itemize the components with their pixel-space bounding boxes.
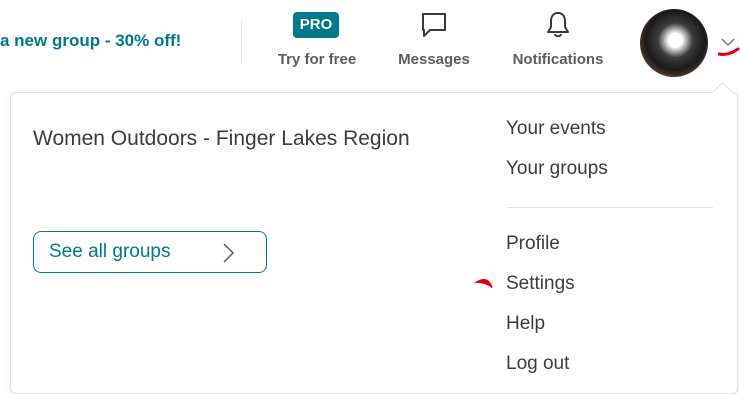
header-divider [241,20,242,64]
try-for-free-label: Try for free [277,51,357,68]
menu-divider [507,207,713,208]
menu-log-out[interactable]: Log out [506,353,569,375]
menu-profile[interactable]: Profile [506,233,560,255]
chevron-down-icon[interactable] [717,36,740,67]
chat-bubble-icon [419,10,449,45]
notifications-button[interactable]: Notifications [498,8,618,74]
see-all-groups-button[interactable]: See all groups [33,231,267,273]
account-dropdown-panel: Women Outdoors - Finger Lakes Region See… [10,81,738,394]
see-all-groups-label: See all groups [49,241,171,262]
group-name[interactable]: Women Outdoors - Finger Lakes Region [33,122,433,156]
promo-banner-text[interactable]: a new group - 30% off! [0,31,181,51]
annotation-mark [472,277,496,296]
notifications-label: Notifications [512,51,604,68]
top-header: a new group - 30% off! PRO Try for free … [0,0,740,92]
menu-your-groups[interactable]: Your groups [506,158,608,180]
user-avatar[interactable] [640,9,708,77]
menu-help[interactable]: Help [506,313,545,335]
menu-settings[interactable]: Settings [506,273,575,295]
messages-label: Messages [398,51,470,68]
pro-badge: PRO [293,12,339,38]
messages-button[interactable]: Messages [388,8,480,74]
menu-your-events[interactable]: Your events [506,118,606,140]
pro-try-for-free-button[interactable]: PRO Try for free [264,8,370,74]
chevron-right-icon [220,241,238,271]
bell-icon [543,10,573,45]
